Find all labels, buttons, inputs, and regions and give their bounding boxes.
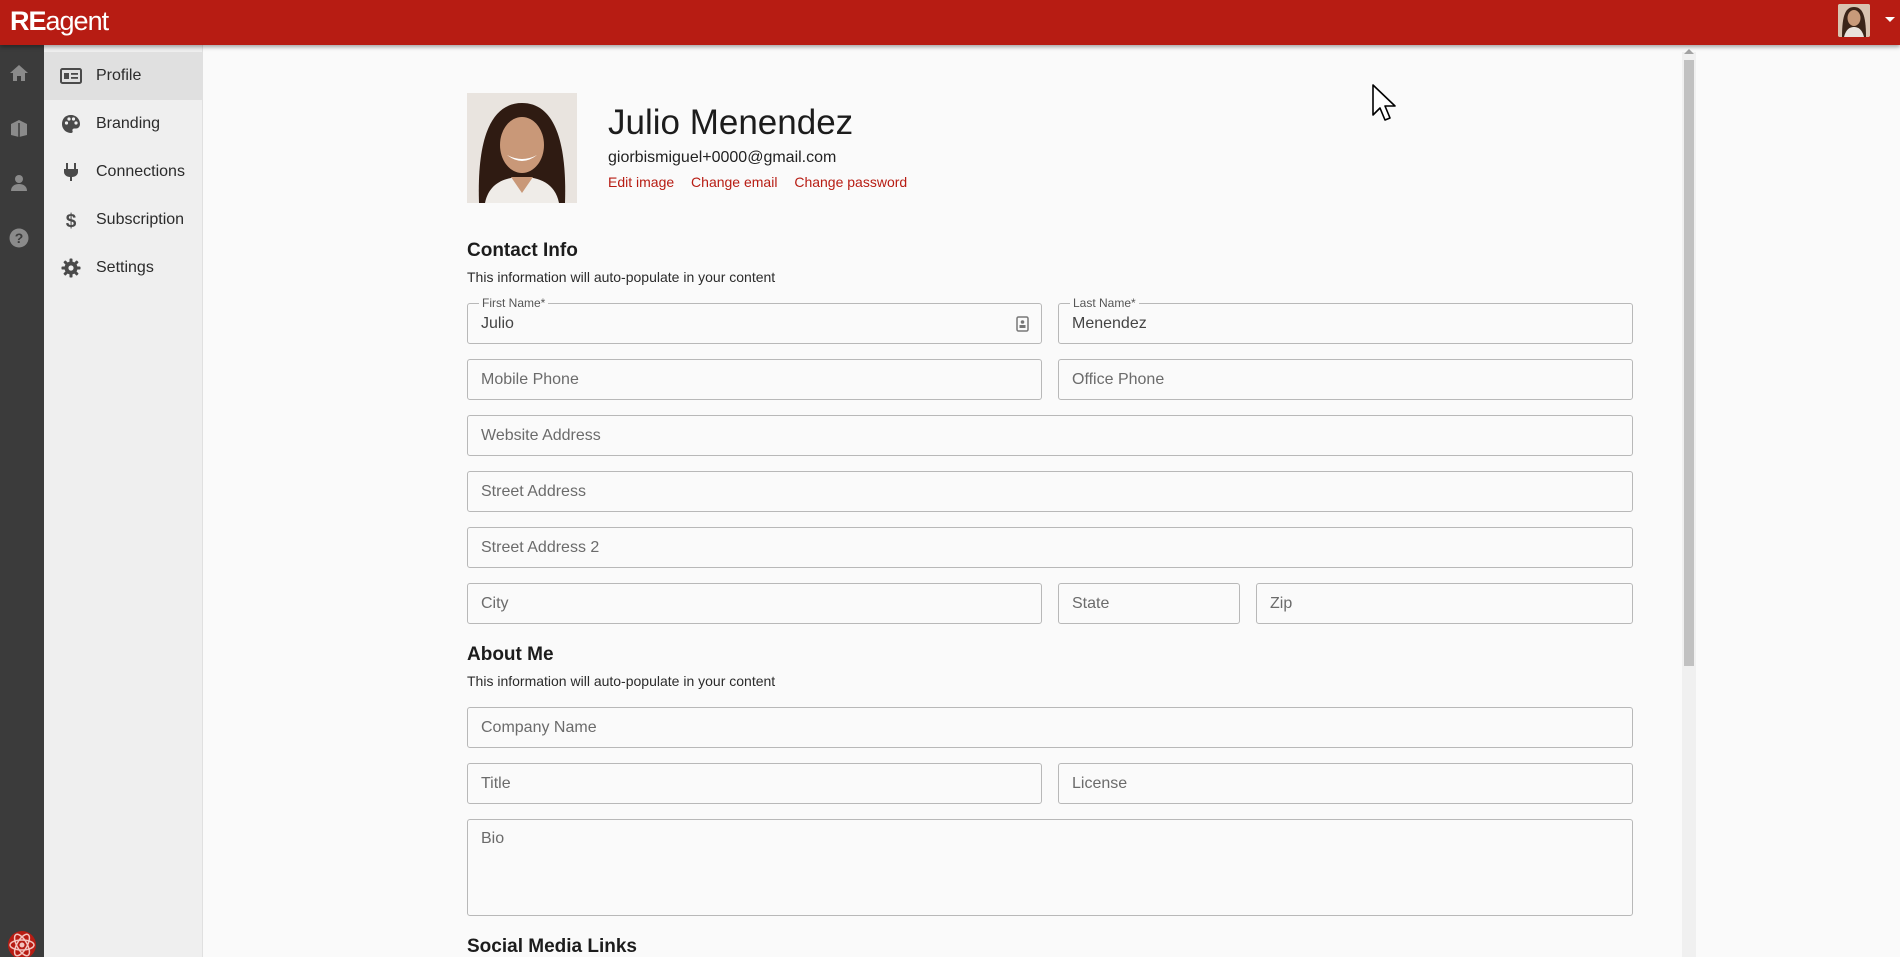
- about-me-subtitle: This information will auto-populate in y…: [467, 673, 776, 689]
- sidebar-item-profile[interactable]: Profile: [44, 52, 202, 100]
- scroll-up-arrow-icon[interactable]: [1684, 49, 1694, 54]
- company-name-input[interactable]: [468, 708, 1632, 747]
- edit-image-link[interactable]: Edit image: [608, 174, 674, 190]
- bio-textarea[interactable]: [468, 820, 1632, 915]
- change-password-link[interactable]: Change password: [794, 174, 907, 190]
- svg-text:?: ?: [15, 230, 24, 246]
- license-input[interactable]: [1059, 764, 1632, 803]
- city-field[interactable]: [467, 583, 1042, 624]
- about-me-heading: About Me: [467, 644, 554, 665]
- first-name-input[interactable]: [468, 304, 1041, 343]
- mobile-phone-input[interactable]: [468, 360, 1041, 399]
- plug-icon: [60, 162, 82, 182]
- bio-field[interactable]: [467, 819, 1633, 916]
- sidebar-item-branding[interactable]: Branding: [44, 100, 202, 148]
- first-name-field[interactable]: First Name*: [467, 296, 1042, 344]
- profile-email: giorbismiguel+0000@gmail.com: [608, 149, 837, 166]
- title-input[interactable]: [468, 764, 1041, 803]
- book-icon[interactable]: [8, 117, 30, 139]
- app-logo[interactable]: REagent: [10, 6, 109, 37]
- autofill-contact-icon[interactable]: [1016, 316, 1029, 332]
- contact-info-subtitle: This information will auto-populate in y…: [467, 269, 776, 285]
- icon-rail: ?: [0, 45, 44, 957]
- website-field[interactable]: [467, 415, 1633, 456]
- mouse-cursor-icon: [1371, 83, 1399, 123]
- title-field[interactable]: [467, 763, 1042, 804]
- social-media-heading: Social Media Links: [467, 936, 637, 957]
- last-name-input[interactable]: [1059, 304, 1632, 343]
- website-input[interactable]: [468, 416, 1632, 455]
- last-name-field[interactable]: Last Name*: [1058, 296, 1633, 344]
- change-email-link[interactable]: Change email: [691, 174, 777, 190]
- sidebar-item-label: Branding: [96, 115, 161, 132]
- mobile-phone-field[interactable]: [467, 359, 1042, 400]
- street-address-input[interactable]: [468, 472, 1632, 511]
- sidebar-item-label: Connections: [96, 163, 185, 180]
- contact-info-heading: Contact Info: [467, 240, 578, 261]
- street-address-2-input[interactable]: [468, 528, 1632, 567]
- help-icon[interactable]: ?: [8, 227, 30, 249]
- settings-sidebar: Profile Branding Connections $ Subscript…: [44, 45, 203, 957]
- gear-icon: [60, 258, 82, 278]
- user-avatar[interactable]: [1838, 4, 1870, 37]
- city-input[interactable]: [468, 584, 1041, 623]
- profile-actions: Edit image Change email Change password: [608, 174, 920, 190]
- top-bar: REagent: [0, 0, 1900, 45]
- sidebar-item-subscription[interactable]: $ Subscription: [44, 196, 202, 244]
- brand-atom-icon: [5, 928, 39, 957]
- office-phone-field[interactable]: [1058, 359, 1633, 400]
- office-phone-input[interactable]: [1059, 360, 1632, 399]
- license-field[interactable]: [1058, 763, 1633, 804]
- person-icon[interactable]: [8, 172, 30, 194]
- sidebar-item-settings[interactable]: Settings: [44, 244, 202, 292]
- dollar-icon: $: [60, 210, 82, 230]
- id-card-icon: [60, 66, 82, 86]
- company-name-field[interactable]: [467, 707, 1633, 748]
- zip-field[interactable]: [1256, 583, 1633, 624]
- sidebar-item-connections[interactable]: Connections: [44, 148, 202, 196]
- home-icon[interactable]: [8, 62, 30, 84]
- state-field[interactable]: [1058, 583, 1240, 624]
- street-address-field[interactable]: [467, 471, 1633, 512]
- state-input[interactable]: [1059, 584, 1239, 623]
- palette-icon: [60, 114, 82, 134]
- profile-name: Julio Menendez: [608, 103, 854, 142]
- sidebar-item-label: Settings: [96, 259, 154, 276]
- svg-text:$: $: [66, 211, 77, 230]
- street-address-2-field[interactable]: [467, 527, 1633, 568]
- sidebar-item-label: Profile: [96, 67, 142, 84]
- sidebar-item-label: Subscription: [96, 211, 185, 228]
- scrollbar-thumb[interactable]: [1684, 60, 1694, 666]
- zip-input[interactable]: [1257, 584, 1632, 623]
- account-menu-caret-icon[interactable]: [1885, 17, 1895, 22]
- profile-photo[interactable]: [467, 93, 577, 203]
